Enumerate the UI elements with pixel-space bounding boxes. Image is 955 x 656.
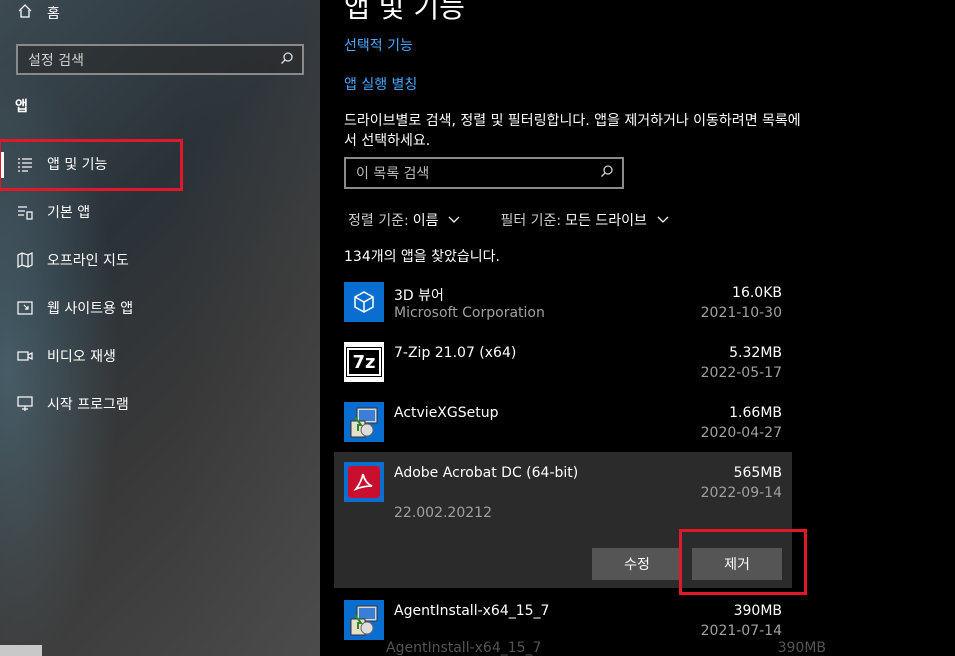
sidebar-item-label: 기본 앱 <box>47 205 91 221</box>
apps-for-websites-icon <box>17 300 33 316</box>
sidebar-item-label: 비디오 재생 <box>47 349 116 365</box>
app-version: 22.002.20212 <box>394 505 492 521</box>
sort-value: 이름 <box>412 213 439 229</box>
main-panel: 앱 및 기능 선택적 기능 앱 실행 별칭 드라이브별로 검색, 정렬 및 필터… <box>320 0 955 656</box>
sidebar-home-label: 홈 <box>47 6 60 22</box>
search-icon <box>600 164 614 182</box>
highlight-box-uninstall <box>679 529 807 595</box>
app-list-search-placeholder: 이 목록 검색 <box>356 166 430 182</box>
app-size: 16.0KB <box>732 285 782 301</box>
app-list-item[interactable]: 7z 7-Zip 21.07 (x64) 5.32MB 2022-05-17 <box>334 332 792 392</box>
app-date: 2020-04-27 <box>700 425 782 441</box>
home-icon <box>17 3 33 23</box>
startup-icon <box>17 396 33 412</box>
app-list-item[interactable]: 3D 뷰어 Microsoft Corporation 16.0KB 2021-… <box>334 272 792 332</box>
sidebar-item-label: 시작 프로그램 <box>47 397 129 413</box>
app-list-item-partial: AgentInstall-x64_15_7 390MB <box>386 640 826 656</box>
adobe-acrobat-icon <box>344 462 384 502</box>
taskbar-fragment <box>0 645 42 656</box>
settings-search-input[interactable]: 설정 검색 <box>16 44 304 75</box>
offline-maps-icon <box>17 252 33 268</box>
sort-filter-bar: 정렬 기준: 이름 필터 기준: 모든 드라이브 <box>348 210 669 230</box>
app-name: 7-Zip 21.07 (x64) <box>394 345 517 361</box>
chevron-down-icon <box>448 212 460 228</box>
app-count-text: 134개의 앱을 찾았습니다. <box>344 249 500 265</box>
optional-features-link[interactable]: 선택적 기능 <box>344 35 413 55</box>
installer-icon <box>344 600 384 640</box>
filter-value: 모든 드라이브 <box>565 213 647 229</box>
sidebar-item-label: 웹 사이트용 앱 <box>47 301 134 317</box>
app-name: Adobe Acrobat DC (64-bit) <box>394 465 579 481</box>
sidebar-item-apps-for-websites[interactable]: 웹 사이트용 앱 <box>17 296 133 320</box>
3d-viewer-icon <box>344 282 384 322</box>
filter-label: 필터 기준: <box>500 213 562 229</box>
video-playback-icon <box>17 348 33 364</box>
app-date: 2022-05-17 <box>700 365 782 381</box>
sort-dropdown[interactable]: 정렬 기준: 이름 <box>348 210 460 230</box>
sidebar-item-video-playback[interactable]: 비디오 재생 <box>17 344 116 368</box>
highlight-box-apps-features <box>0 139 183 191</box>
app-name: AgentInstall-x64_15_7 <box>394 603 550 619</box>
settings-search-placeholder: 설정 검색 <box>28 52 84 69</box>
sidebar-item-offline-maps[interactable]: 오프라인 지도 <box>17 248 129 272</box>
app-name: AgentInstall-x64_15_7 <box>386 640 542 656</box>
search-icon <box>280 51 294 69</box>
app-publisher: Microsoft Corporation <box>394 305 545 321</box>
sidebar-item-startup[interactable]: 시작 프로그램 <box>17 392 129 416</box>
app-size: 1.66MB <box>729 405 782 421</box>
7zip-icon: 7z <box>344 342 384 382</box>
app-name: 3D 뷰어 <box>394 288 444 304</box>
app-date: 2021-10-30 <box>700 305 782 321</box>
app-size: 390MB <box>777 640 826 656</box>
filter-dropdown[interactable]: 필터 기준: 모든 드라이브 <box>500 210 669 230</box>
app-date: 2022-09-14 <box>700 485 782 501</box>
installer-icon <box>344 402 384 442</box>
app-size: 390MB <box>733 603 782 619</box>
sidebar-item-label: 오프라인 지도 <box>47 253 129 269</box>
modify-button[interactable]: 수정 <box>592 548 682 580</box>
sidebar-item-home[interactable]: 홈 <box>17 2 60 24</box>
sort-label: 정렬 기준: <box>348 213 409 229</box>
app-date: 2021-07-14 <box>700 623 782 639</box>
sidebar-section-title: 앱 <box>15 99 28 115</box>
default-apps-icon <box>17 204 33 220</box>
app-size: 565MB <box>733 465 782 481</box>
description-text: 드라이브별로 검색, 정렬 및 필터링합니다. 앱을 제거하거나 이동하려면 목… <box>344 113 801 149</box>
chevron-down-icon <box>657 212 669 228</box>
app-size: 5.32MB <box>729 345 782 361</box>
page-title: 앱 및 기능 <box>344 0 465 24</box>
app-execution-alias-link[interactable]: 앱 실행 별칭 <box>344 74 417 94</box>
sidebar: 홈 설정 검색 앱 앱 및 기능 기본 앱 오프라인 지도 웹 사이트용 앱 비… <box>0 0 320 656</box>
app-name: ActvieXGSetup <box>394 405 499 421</box>
app-list-search-input[interactable]: 이 목록 검색 <box>344 157 624 189</box>
sidebar-item-default-apps[interactable]: 기본 앱 <box>17 200 90 224</box>
app-list-item[interactable]: ActvieXGSetup 1.66MB 2020-04-27 <box>334 392 792 452</box>
